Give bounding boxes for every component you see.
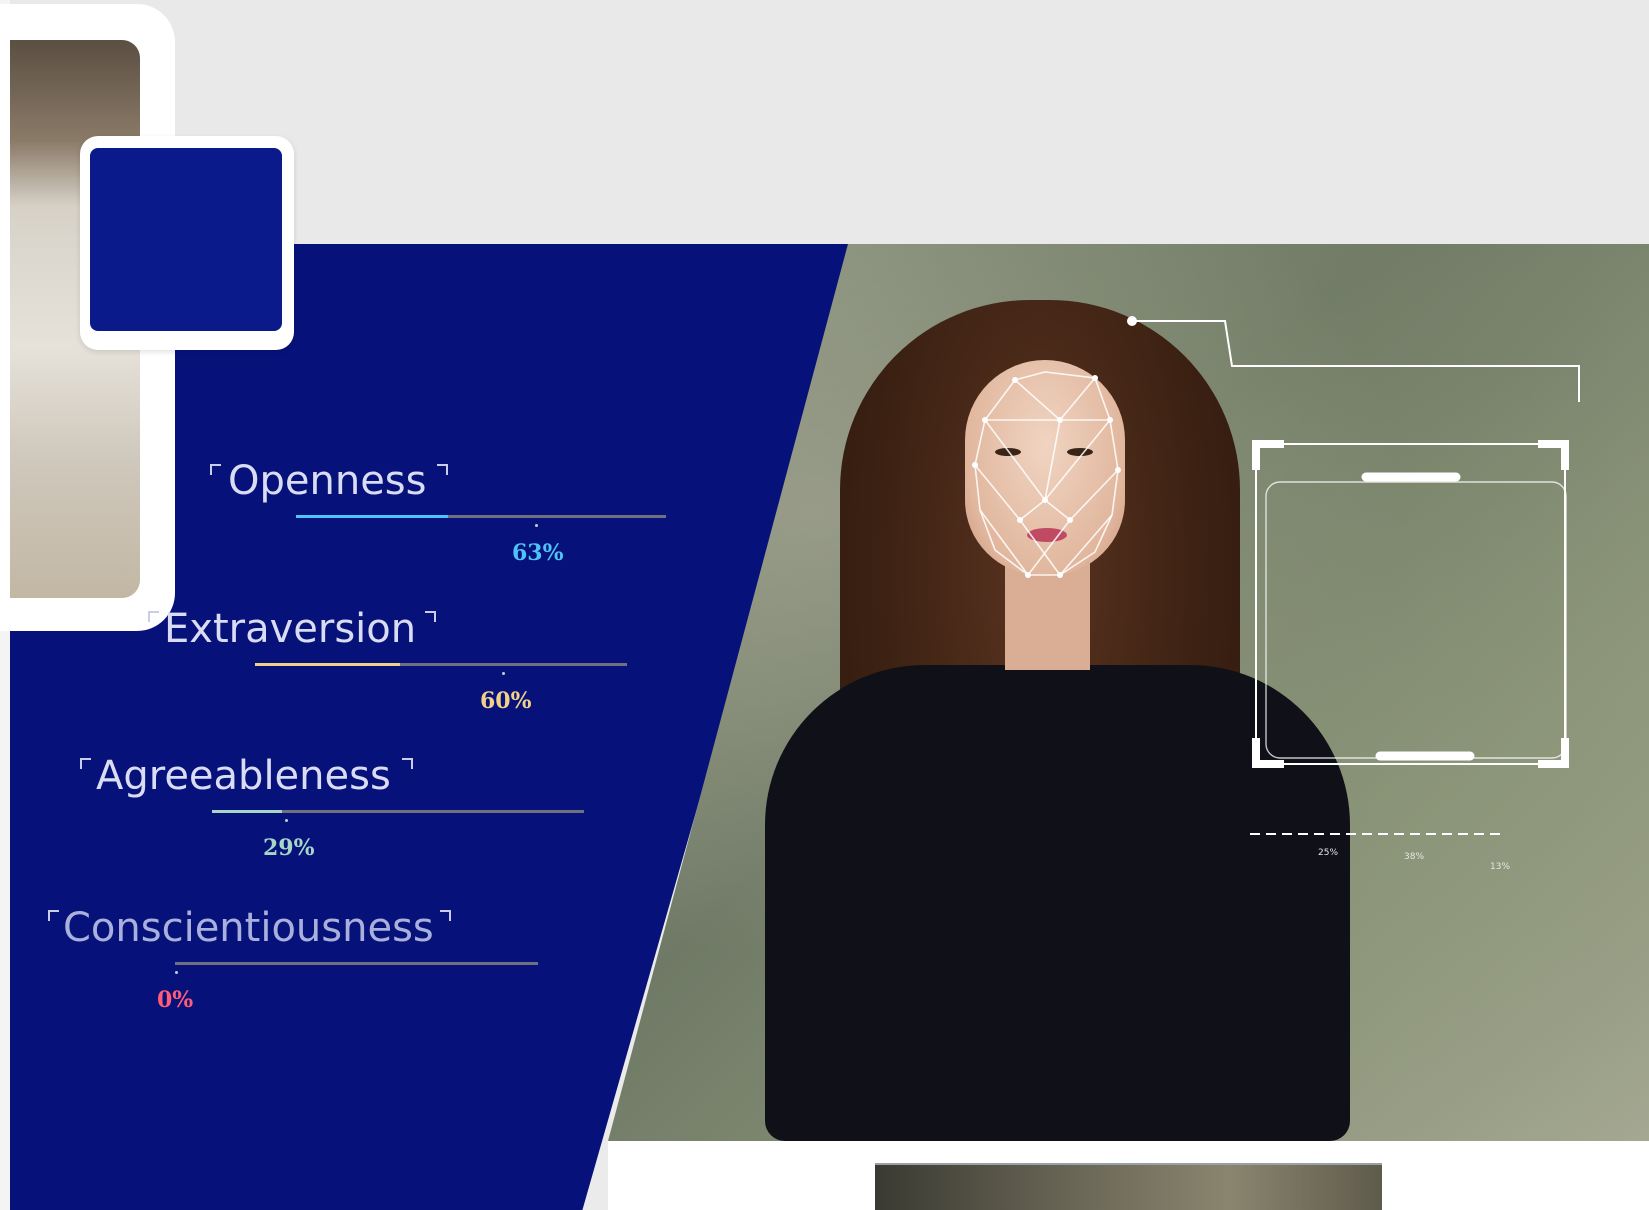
bracket-right [425,611,436,622]
trait-bar-track [175,962,538,965]
trait-bar-fill [255,663,400,666]
bracket-left [80,758,91,769]
bracket-left [210,464,221,475]
right-eye [1067,448,1093,456]
bracket-right [402,758,413,769]
bracket-left [148,611,159,622]
trait-name: Conscientiousness [63,905,434,951]
woman-body [765,665,1350,1141]
woman-neck [1005,560,1090,670]
hud-label-1: 25% [1318,848,1339,858]
video-thumbnail[interactable] [875,1165,1382,1210]
hud-label-2: 38% [1404,852,1425,862]
bracket-left [48,910,59,921]
trait-name: Extraversion [164,606,417,652]
trait-bar-marker [175,971,178,974]
bracket-right [440,910,451,921]
woman-face [965,360,1125,575]
trait-bar-marker [502,672,505,675]
trait-bar-marker [285,819,288,822]
trait-name: Openness [228,458,427,504]
bracket-right [437,464,448,475]
trait-bar-marker [535,524,538,527]
trait-bar-track [212,810,584,813]
face-scan-thumbnail-card[interactable] [80,136,294,350]
trait-bar-track [296,515,666,518]
hud-label-3: 13% [1490,862,1511,872]
trait-bar-track [255,663,627,666]
woman-lips [1027,528,1067,542]
left-eye [995,448,1021,456]
trait-percent: 60% [480,688,532,714]
trait-percent: 29% [263,835,315,861]
trait-name: Agreeableness [96,753,391,799]
trait-bar-fill [212,810,282,813]
trait-percent: 63% [512,540,564,566]
trait-percent: 0% [157,987,194,1013]
face-scan-thumbnail-image [90,148,282,331]
trait-bar-fill [296,515,448,518]
